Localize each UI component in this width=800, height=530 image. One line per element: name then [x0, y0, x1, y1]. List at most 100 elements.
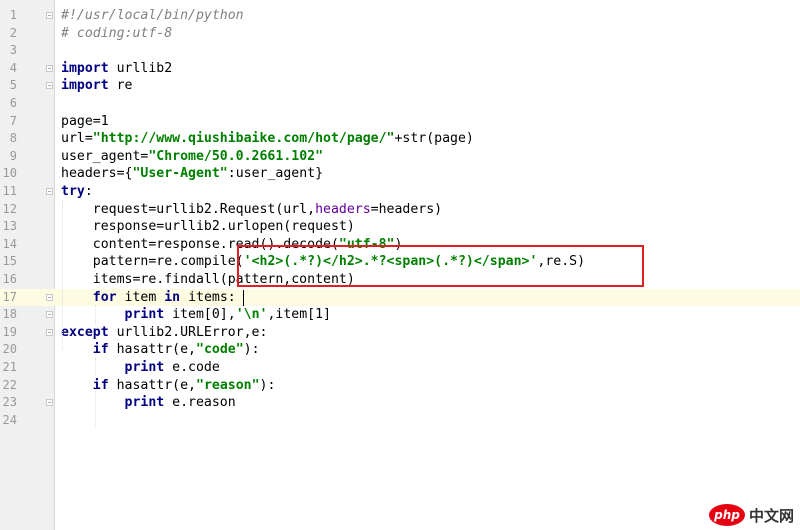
code-token: e.reason	[164, 395, 236, 411]
code-line[interactable]: 22 if hasattr(e,"reason"):	[0, 377, 800, 395]
code-line[interactable]: 19 except urllib2.URLError,e:	[0, 324, 800, 342]
code-line[interactable]: 20 if hasattr(e,"code"):	[0, 341, 800, 359]
code-token: "reason"	[196, 377, 260, 393]
code-text: if hasattr(e,"reason"):	[61, 377, 276, 395]
code-token: ):	[259, 377, 276, 393]
code-text: if hasattr(e,"code"):	[61, 341, 260, 359]
line-number: 14	[2, 236, 17, 251]
line-number: 12	[2, 201, 17, 216]
code-line[interactable]: 21 print e.code	[0, 359, 800, 377]
line-number: 3	[9, 43, 17, 58]
code-text: response=urllib2.urlopen(request)	[61, 218, 355, 236]
code-line[interactable]: 7 page=1	[0, 113, 800, 131]
code-text: headers={"User-Agent":user_agent}	[61, 165, 323, 183]
code-token: # coding:utf-8	[61, 25, 173, 41]
code-line[interactable]: 2 # coding:utf-8	[0, 25, 800, 43]
code-token: request=urllib2.Request(url,	[61, 201, 316, 217]
code-line[interactable]: 18 print item[0],'\n',item[1]	[0, 306, 800, 324]
code-token: hasattr(e,	[108, 377, 196, 393]
text-caret	[243, 289, 244, 306]
line-number: 10	[2, 166, 17, 181]
code-token: try	[61, 184, 85, 199]
fold-marker-icon[interactable]	[46, 64, 53, 72]
code-token: print	[124, 395, 165, 411]
line-number: 11	[2, 184, 17, 198]
fold-marker-icon[interactable]	[46, 399, 53, 407]
code-line[interactable]: 23 print e.reason	[0, 394, 800, 412]
code-text: print e.reason	[61, 394, 236, 412]
fold-marker-icon[interactable]	[46, 82, 53, 90]
line-number: 21	[2, 360, 17, 374]
code-text: for item in items:	[61, 289, 236, 307]
line-number: 4	[9, 60, 17, 75]
line-number: 1	[9, 8, 17, 22]
line-number: 18	[2, 307, 17, 322]
code-line[interactable]: 10 headers={"User-Agent":user_agent}	[0, 165, 800, 183]
line-number: 20	[2, 342, 17, 357]
code-token: urllib2.URLError,e:	[108, 324, 268, 340]
code-text: # coding:utf-8	[61, 25, 172, 43]
fold-marker-icon[interactable]	[46, 311, 53, 319]
line-number: 23	[2, 395, 17, 410]
code-text: url="http://www.qiushibaike.com/hot/page…	[61, 130, 474, 148]
code-line[interactable]: 4 import urllib2	[0, 60, 800, 78]
annotation-highlight-box	[237, 245, 644, 287]
code-token: print	[124, 360, 165, 375]
line-number: 6	[9, 96, 17, 110]
code-line[interactable]: 1 #!/usr/local/bin/python	[0, 7, 800, 25]
watermark: php 中文网	[708, 504, 794, 526]
line-number: 19	[2, 324, 17, 339]
indent-guide	[95, 305, 96, 325]
line-number: 9	[9, 148, 17, 163]
code-text: try:	[61, 183, 93, 201]
code-token: ):	[243, 342, 260, 358]
code-token: headers	[315, 201, 371, 217]
code-text: page=1	[61, 113, 109, 131]
fold-marker-icon[interactable]	[46, 188, 53, 195]
code-line[interactable]: 13 response=urllib2.urlopen(request)	[0, 218, 800, 236]
code-token: in	[164, 289, 181, 305]
code-token: if	[92, 342, 109, 358]
code-line[interactable]: 3	[0, 42, 800, 60]
code-token: print	[124, 307, 165, 323]
code-line[interactable]: 17 for item in items:	[0, 288, 800, 307]
code-line[interactable]: 24	[0, 412, 800, 430]
code-line[interactable]: 9 user_agent="Chrome/50.0.2661.102"	[0, 148, 800, 166]
code-token: "http://www.qiushibaike.com/hot/page/"	[92, 131, 395, 147]
code-token: #!/usr/local/bin/python	[61, 8, 244, 23]
fold-marker-icon[interactable]	[46, 12, 53, 19]
fold-marker-icon[interactable]	[46, 328, 53, 336]
code-token: =headers)	[370, 201, 443, 217]
code-text: print e.code	[61, 359, 220, 377]
code-line[interactable]: 12 request=urllib2.Request(url,headers=h…	[0, 201, 800, 219]
code-token: items:	[180, 289, 236, 305]
line-number: 15	[2, 254, 17, 269]
code-token: '\n'	[235, 307, 268, 323]
code-token: item[0],	[164, 307, 236, 323]
code-line[interactable]: 11 try:	[0, 183, 800, 201]
code-line[interactable]: 6	[0, 95, 800, 113]
code-text: import urllib2	[61, 60, 172, 78]
line-number: 16	[2, 272, 17, 286]
code-token: item	[116, 289, 165, 305]
code-token: "User-Agent"	[132, 166, 228, 182]
code-token: :user_agent}	[227, 166, 324, 182]
code-token: except	[61, 324, 109, 340]
line-number: 5	[9, 78, 17, 93]
code-line[interactable]: 5 import re	[0, 77, 800, 95]
code-token: "code"	[196, 342, 244, 358]
code-text: #!/usr/local/bin/python	[61, 7, 244, 25]
code-token: url=	[61, 131, 93, 147]
code-token: re	[108, 78, 133, 94]
code-text: print item[0],'\n',item[1]	[61, 306, 331, 324]
line-number: 17	[2, 289, 17, 304]
code-line[interactable]: 8 url="http://www.qiushibaike.com/hot/pag…	[0, 130, 800, 148]
line-number: 8	[9, 131, 17, 146]
fold-marker-icon[interactable]	[46, 293, 53, 301]
line-number: 22	[2, 377, 17, 392]
code-text: request=urllib2.Request(url,headers=head…	[61, 201, 442, 219]
code-token: pattern=re.compile(	[61, 254, 244, 270]
line-number: 7	[9, 113, 17, 128]
